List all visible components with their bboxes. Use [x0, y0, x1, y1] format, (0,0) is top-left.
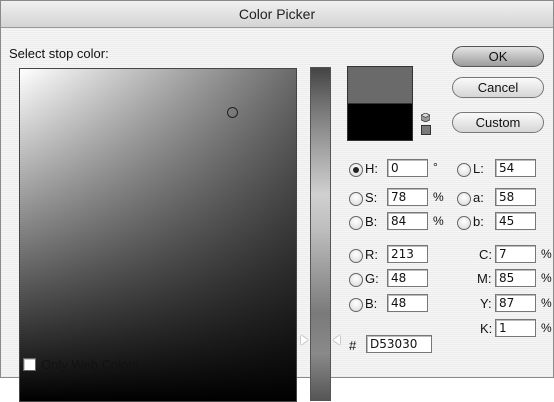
- y-unit: %: [541, 296, 552, 310]
- radio-l[interactable]: [457, 163, 471, 177]
- lab-b-field[interactable]: 45: [495, 212, 536, 230]
- s-unit: %: [433, 190, 444, 204]
- color-picker-window: Color Picker Select stop color: OK Cance…: [0, 0, 554, 402]
- k-unit: %: [541, 321, 552, 335]
- m-field[interactable]: 85: [495, 269, 536, 287]
- cancel-button[interactable]: Cancel: [452, 77, 544, 98]
- select-stop-color-label: Select stop color:: [9, 46, 109, 61]
- radio-s[interactable]: [349, 192, 363, 206]
- only-web-colors-label: Only Web Colors: [41, 357, 140, 372]
- b-label: B:: [365, 214, 378, 229]
- custom-button[interactable]: Custom: [452, 112, 544, 133]
- g-label: G:: [365, 271, 379, 286]
- rgb-b-label: B:: [365, 296, 378, 311]
- a-label: a:: [473, 190, 484, 205]
- radio-h[interactable]: [349, 163, 363, 177]
- radio-r[interactable]: [349, 249, 363, 263]
- s-field[interactable]: 78: [387, 188, 428, 206]
- b-unit: %: [433, 214, 444, 228]
- slider-right-arrow-icon[interactable]: [333, 335, 340, 345]
- lab-b-label: b:: [473, 214, 484, 229]
- radio-rgb-b[interactable]: [349, 298, 363, 312]
- y-label: Y:: [480, 296, 492, 311]
- l-label: L:: [473, 161, 484, 176]
- radio-lab-b[interactable]: [457, 216, 471, 230]
- radio-a[interactable]: [457, 192, 471, 206]
- color-field[interactable]: [19, 68, 297, 402]
- h-field[interactable]: 0: [387, 159, 428, 177]
- radio-g[interactable]: [349, 273, 363, 287]
- c-label: C:: [479, 247, 492, 262]
- hex-label: #: [349, 338, 357, 353]
- b-field[interactable]: 84: [387, 212, 428, 230]
- h-unit: °: [433, 160, 438, 174]
- hue-slider[interactable]: [310, 67, 331, 401]
- only-web-colors-checkbox[interactable]: [23, 358, 36, 371]
- r-field[interactable]: 213: [387, 245, 428, 263]
- current-color-swatch: [347, 103, 413, 141]
- new-color-swatch: [347, 66, 413, 104]
- a-field[interactable]: 58: [495, 188, 536, 206]
- c-unit: %: [541, 247, 552, 261]
- ok-button[interactable]: OK: [452, 46, 544, 67]
- window-title: Color Picker: [1, 1, 553, 28]
- m-unit: %: [541, 271, 552, 285]
- slider-left-arrow-icon[interactable]: [301, 335, 308, 345]
- s-label: S:: [365, 190, 378, 205]
- r-label: R:: [365, 247, 378, 262]
- c-field[interactable]: 7: [495, 245, 536, 263]
- radio-b[interactable]: [349, 216, 363, 230]
- k-label: K:: [480, 321, 493, 336]
- rgb-b-field[interactable]: 48: [387, 294, 428, 312]
- hex-field[interactable]: D53030: [366, 335, 432, 353]
- h-label: H:: [365, 161, 378, 176]
- web-safe-swatch-icon[interactable]: [421, 125, 431, 135]
- m-label: M:: [477, 271, 492, 286]
- g-field[interactable]: 48: [387, 269, 428, 287]
- l-field[interactable]: 54: [495, 159, 536, 177]
- out-of-gamut-cube-icon[interactable]: [420, 110, 431, 123]
- y-field[interactable]: 87: [495, 294, 536, 312]
- k-field[interactable]: 1: [495, 319, 536, 337]
- color-field-cursor[interactable]: [227, 107, 238, 118]
